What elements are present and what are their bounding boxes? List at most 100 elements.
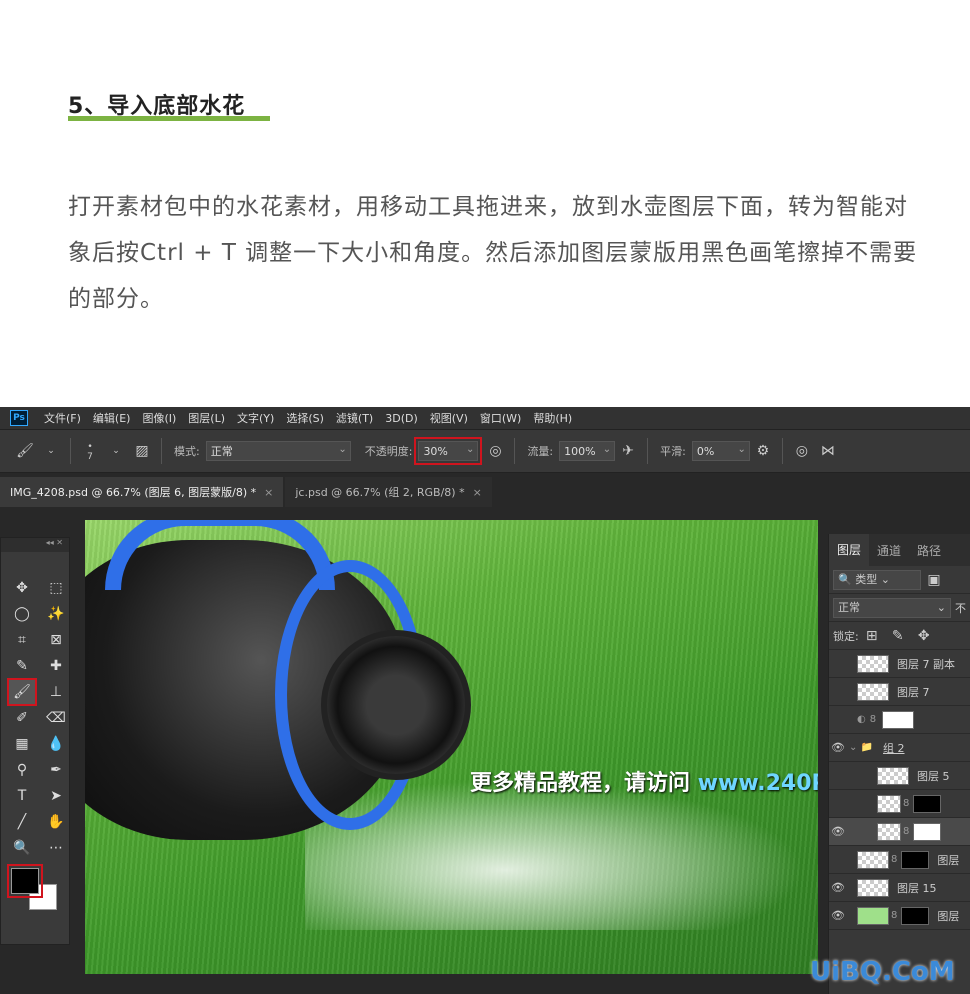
menu-help[interactable]: 帮助(H) [533, 410, 572, 426]
marquee-tool-icon[interactable]: ⬚ [43, 576, 69, 600]
layer-filter-select[interactable]: 🔍 类型 ⌄ [833, 569, 921, 590]
lock-row: 锁定: ⊞ ✎ ✥ [829, 622, 970, 650]
close-icon[interactable]: × [473, 486, 482, 499]
menu-view[interactable]: 视图(V) [430, 410, 468, 426]
magic-wand-tool-icon[interactable]: ✨ [43, 602, 69, 626]
flow-label: 流量: [527, 445, 554, 458]
tab-img-4208[interactable]: IMG_4208.psd @ 66.7% (图层 6, 图层蒙版/8) * × [0, 477, 284, 507]
more-tools-icon[interactable]: ⋯ [43, 836, 69, 860]
eye-icon[interactable]: 👁 [829, 909, 847, 922]
frame-tool-icon[interactable]: ⊠ [43, 628, 69, 652]
pressure-size-icon[interactable]: ◎ [793, 442, 811, 460]
options-bar: 🖌 ⌄ • 7 ⌄ ▨ 模式: 正常 ⌄ 不透明度: 30% ⌄ ◎ 流量: 100%… [0, 429, 970, 473]
tab-paths[interactable]: 路径 [909, 542, 949, 559]
stamp-tool-icon[interactable]: ⊥ [43, 680, 69, 704]
layer-thumbnail [857, 878, 889, 897]
watermark-text: 更多精品教程，请访问 www.240PS.com [470, 771, 818, 796]
layer-row[interactable]: 👁 8 图层 [829, 902, 970, 930]
lock-position-icon[interactable]: ✥ [915, 627, 933, 645]
symmetry-icon[interactable]: ⋈ [819, 442, 837, 460]
tab-channels[interactable]: 通道 [869, 542, 909, 559]
adjustment-layer-row[interactable]: ◐ 8 [829, 706, 970, 734]
close-icon[interactable]: × [264, 486, 273, 499]
menu-type[interactable]: 文字(Y) [237, 410, 274, 426]
menu-filter[interactable]: 滤镜(T) [336, 410, 373, 426]
folder-icon: ⌄ 📁 [849, 742, 874, 753]
brush-panel-icon[interactable]: ▨ [133, 442, 151, 460]
type-tool-icon[interactable]: T [9, 784, 35, 808]
layer-thumbnail [877, 766, 909, 785]
pressure-opacity-icon[interactable]: ◎ [486, 442, 504, 460]
layer-row[interactable]: 图层 7 副本 [829, 650, 970, 678]
divider [781, 438, 783, 464]
smart-object-row-selected[interactable]: 👁 8 [829, 818, 970, 846]
hand-tool-icon[interactable]: ✋ [43, 810, 69, 834]
gradient-tool-icon[interactable]: ▦ [9, 732, 35, 756]
eye-icon[interactable]: 👁 [829, 881, 847, 894]
group-row[interactable]: 👁 ⌄ 📁 组 2 [829, 734, 970, 762]
eyedropper-tool-icon[interactable]: ✎ [9, 654, 35, 678]
image-filter-icon[interactable]: ▣ [925, 571, 943, 589]
blur-tool-icon[interactable]: 💧 [43, 732, 69, 756]
document-canvas[interactable]: 更多精品教程，请访问 www.240PS.com [85, 520, 818, 974]
layer-row[interactable]: 图层 5 [829, 762, 970, 790]
move-tool-icon[interactable]: ✥ [9, 576, 35, 600]
dodge-tool-icon[interactable]: ⚲ [9, 758, 35, 782]
crop-tool-icon[interactable]: ⌗ [9, 628, 35, 652]
history-brush-icon[interactable]: ✐ [9, 706, 35, 730]
layer-filter-row: 🔍 类型 ⌄ ▣ [829, 566, 970, 594]
gear-icon[interactable]: ⚙ [754, 442, 772, 460]
opacity-label: 不透明度: [364, 445, 413, 458]
layer-row[interactable]: 图层 7 [829, 678, 970, 706]
bottle-handle [105, 520, 335, 590]
link-icon: 8 [869, 714, 877, 725]
mask-thumbnail [901, 850, 930, 869]
lock-pixels-icon[interactable]: ✎ [889, 627, 907, 645]
collapse-icon[interactable]: ◂◂ ✕ [1, 538, 69, 552]
path-select-icon[interactable]: ➤ [43, 784, 69, 808]
healing-tool-icon[interactable]: ✚ [43, 654, 69, 678]
link-icon: 8 [903, 798, 910, 809]
eye-icon[interactable]: 👁 [829, 741, 847, 754]
line-tool-icon[interactable]: ╱ [9, 810, 35, 834]
bottle-mouth [321, 630, 471, 780]
chevron-down-icon[interactable]: ⌄ [42, 442, 60, 460]
eraser-tool-icon[interactable]: ⌫ [43, 706, 69, 730]
zoom-tool-icon[interactable]: 🔍 [9, 836, 35, 860]
airbrush-icon[interactable]: ✈ [619, 442, 637, 460]
divider [70, 438, 71, 464]
brush-tool-icon[interactable]: 🖌 [7, 678, 37, 706]
chevron-down-icon: ⌄ [737, 444, 746, 455]
menu-window[interactable]: 窗口(W) [480, 410, 521, 426]
heading-underline [68, 116, 270, 121]
smart-object-row[interactable]: 8 [829, 790, 970, 818]
menu-3d[interactable]: 3D(D) [385, 412, 418, 425]
eye-icon[interactable]: 👁 [829, 825, 847, 838]
menu-image[interactable]: 图像(I) [142, 410, 176, 426]
mode-select[interactable]: 正常 ⌄ [205, 441, 351, 461]
divider [161, 438, 162, 464]
opacity-field[interactable]: 30% ⌄ [414, 437, 483, 465]
pen-tool-icon[interactable]: ✒ [43, 758, 69, 782]
layer-thumbnail [857, 682, 889, 701]
brush-preset-icon[interactable]: 🖌 [16, 442, 34, 460]
adjustment-icon: ◐ [857, 714, 866, 725]
tab-jc[interactable]: jc.psd @ 66.7% (组 2, RGB/8) * × [285, 477, 492, 507]
menu-layer[interactable]: 图层(L) [188, 410, 225, 426]
blend-mode-select[interactable]: 正常 ⌄ [833, 597, 951, 618]
chevron-down-icon[interactable]: ⌄ [107, 442, 125, 460]
smoothing-field[interactable]: 0% ⌄ [691, 441, 750, 461]
tab-layers[interactable]: 图层 [829, 534, 870, 566]
layer-thumbnail [857, 850, 889, 869]
lock-transparency-icon[interactable]: ⊞ [863, 627, 881, 645]
layer-row[interactable]: 👁 图层 15 [829, 874, 970, 902]
flow-field[interactable]: 100% ⌄ [559, 441, 616, 461]
layer-row[interactable]: 8 图层 [829, 846, 970, 874]
menu-edit[interactable]: 编辑(E) [93, 410, 131, 426]
lasso-tool-icon[interactable]: ◯ [9, 602, 35, 626]
brush-size-picker[interactable]: • 7 [81, 442, 99, 462]
link-icon: 8 [891, 910, 898, 921]
foreground-color-swatch[interactable] [7, 864, 43, 898]
menu-select[interactable]: 选择(S) [286, 410, 324, 426]
menu-file[interactable]: 文件(F) [44, 410, 81, 426]
